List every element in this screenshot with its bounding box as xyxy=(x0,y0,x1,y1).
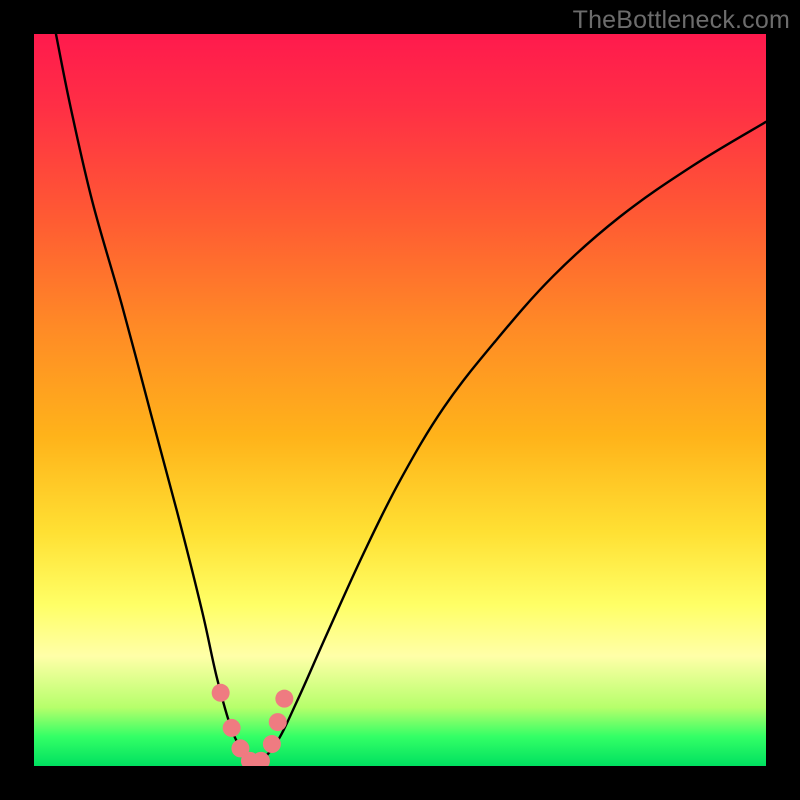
sweet-spot-marker xyxy=(223,719,241,737)
sweet-spot-marker xyxy=(269,713,287,731)
sweet-spot-marker xyxy=(212,684,230,702)
chart-frame: TheBottleneck.com xyxy=(0,0,800,800)
chart-svg xyxy=(34,34,766,766)
plot-area xyxy=(34,34,766,766)
sweet-spot-markers xyxy=(212,684,294,766)
watermark-text: TheBottleneck.com xyxy=(573,6,790,35)
sweet-spot-marker xyxy=(263,735,281,753)
sweet-spot-marker xyxy=(275,690,293,708)
bottleneck-curve xyxy=(56,34,766,766)
